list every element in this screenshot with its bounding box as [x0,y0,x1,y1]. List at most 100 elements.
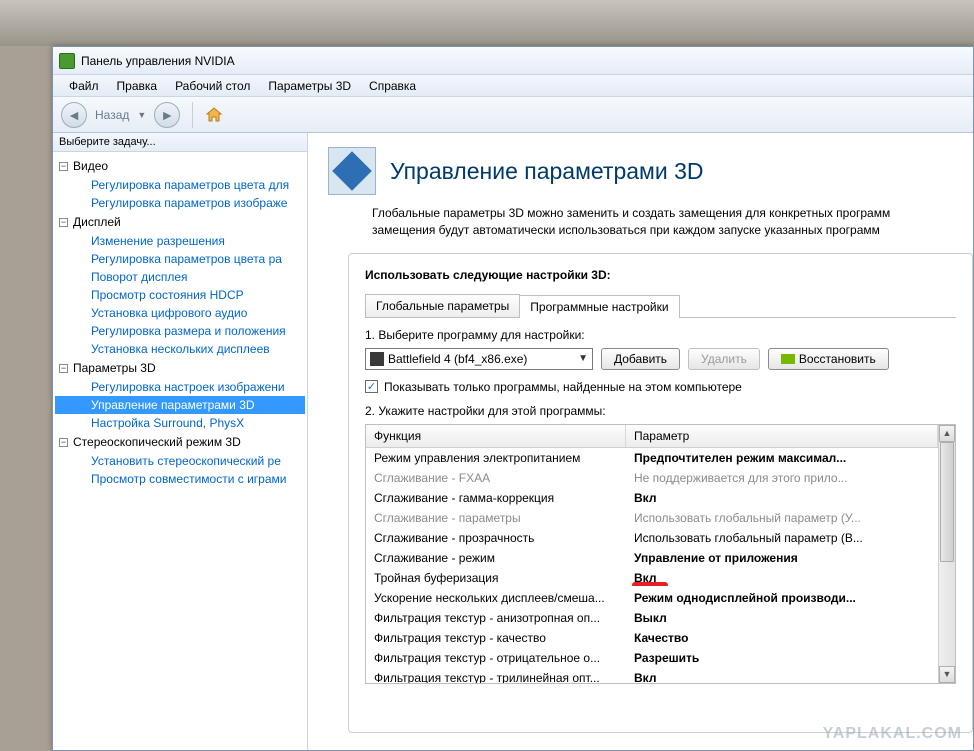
tree-leaf-selected[interactable]: Управление параметрами 3D [55,396,305,414]
cell-function: Сглаживание - FXAA [366,470,626,486]
scroll-down-icon[interactable]: ▼ [939,666,955,683]
page-header: Управление параметрами 3D [308,133,973,205]
cell-function: Фильтрация текстур - трилинейная опт... [366,670,626,683]
tree-leaf[interactable]: Регулировка параметров изображе [55,194,305,212]
nvidia-logo-icon [781,354,795,364]
tree-leaf[interactable]: Изменение разрешения [55,232,305,250]
watermark: YAPLAKAL.COM [823,725,962,743]
tree-leaf[interactable]: Просмотр совместимости с играми [55,470,305,488]
table-row[interactable]: Режим управления электропитаниемПредпочт… [366,448,938,468]
tree-node-display[interactable]: −Дисплей [55,212,305,232]
grid-body: Режим управления электропитаниемПредпочт… [366,448,938,683]
nvidia-app-icon [59,53,75,69]
cell-parameter: Не поддерживается для этого прило... [626,470,938,486]
show-found-checkbox[interactable]: ✓ Показывать только программы, найденные… [365,380,956,394]
step2-label: 2. Укажите настройки для этой программы: [365,404,956,418]
nav-tree: −Видео Регулировка параметров цвета для … [53,152,307,492]
menu-help[interactable]: Справка [361,77,424,95]
tabs: Глобальные параметры Программные настрой… [365,294,956,318]
cell-function: Фильтрация текстур - отрицательное о... [366,650,626,666]
step1-label: 1. Выберите программу для настройки: [365,328,956,342]
toolbar-separator [192,102,193,128]
scroll-up-icon[interactable]: ▲ [939,425,955,442]
window-title: Панель управления NVIDIA [81,54,235,68]
forward-button[interactable]: ► [154,102,180,128]
back-dropdown-icon[interactable]: ▼ [137,110,146,120]
chevron-down-icon: ▼ [578,353,588,364]
tree-leaf[interactable]: Установка нескольких дисплеев [55,340,305,358]
menu-desktop[interactable]: Рабочий стол [167,77,258,95]
menu-edit[interactable]: Правка [109,77,166,95]
tree-leaf[interactable]: Установка цифрового аудио [55,304,305,322]
background-strip [0,0,974,46]
table-row[interactable]: Сглаживание - режимУправление от приложе… [366,548,938,568]
table-row[interactable]: Сглаживание - прозрачностьИспользовать г… [366,528,938,548]
checkbox-label: Показывать только программы, найденные н… [384,380,742,394]
tree-leaf[interactable]: Регулировка параметров цвета ра [55,250,305,268]
col-parameter[interactable]: Параметр [626,425,938,447]
table-row[interactable]: Тройная буферизацияВкл [366,568,938,588]
restore-button[interactable]: Восстановить [768,348,889,370]
panel-heading: Использовать следующие настройки 3D: [365,268,956,282]
cell-parameter: Вкл [626,570,938,586]
tree-leaf[interactable]: Регулировка параметров цвета для [55,176,305,194]
table-row[interactable]: Фильтрация текстур - анизотропная оп...В… [366,608,938,628]
cell-parameter: Использовать глобальный параметр (В... [626,530,938,546]
table-row[interactable]: Фильтрация текстур - трилинейная опт...В… [366,668,938,683]
tree-leaf[interactable]: Поворот дисплея [55,268,305,286]
table-row[interactable]: Фильтрация текстур - качествоКачество [366,628,938,648]
cell-parameter: Выкл [626,610,938,626]
table-row[interactable]: Ускорение нескольких дисплеев/смеша...Ре… [366,588,938,608]
vertical-scrollbar[interactable]: ▲ ▼ [938,425,955,683]
tree-leaf[interactable]: Установить стереоскопический ре [55,452,305,470]
settings-grid: Функция Параметр Режим управления электр… [365,424,956,684]
menu-file[interactable]: Файл [61,77,107,95]
tab-global[interactable]: Глобальные параметры [365,294,520,317]
nvidia-control-panel-window: Панель управления NVIDIA Файл Правка Раб… [52,46,974,751]
cell-parameter: Качество [626,630,938,646]
table-row[interactable]: Сглаживание - параметрыИспользовать глоб… [366,508,938,528]
tree-node-stereo[interactable]: −Стереоскопический режим 3D [55,432,305,452]
add-button[interactable]: Добавить [601,348,680,370]
settings-panel: Использовать следующие настройки 3D: Гло… [348,253,973,733]
cell-function: Режим управления электропитанием [366,450,626,466]
tree-node-video[interactable]: −Видео [55,156,305,176]
content-area: Управление параметрами 3D Глобальные пар… [308,133,973,750]
cell-function: Сглаживание - режим [366,550,626,566]
table-row[interactable]: Сглаживание - FXAAНе поддерживается для … [366,468,938,488]
tree-leaf[interactable]: Настройка Surround, PhysX [55,414,305,432]
cell-parameter: Вкл [626,670,938,683]
program-icon [370,352,384,366]
col-function[interactable]: Функция [366,425,626,447]
cell-function: Фильтрация текстур - анизотропная оп... [366,610,626,626]
tab-program[interactable]: Программные настройки [519,295,679,318]
cell-parameter: Использовать глобальный параметр (У... [626,510,938,526]
program-combo-value: Battlefield 4 (bf4_x86.exe) [388,352,527,366]
menu-3d-params[interactable]: Параметры 3D [260,77,359,95]
task-pane: Выберите задачу... −Видео Регулировка па… [53,133,308,750]
tree-leaf[interactable]: Регулировка размера и положения [55,322,305,340]
titlebar[interactable]: Панель управления NVIDIA [53,47,973,75]
tree-leaf[interactable]: Просмотр состояния HDCP [55,286,305,304]
grid-header: Функция Параметр [366,425,938,448]
cell-function: Тройная буферизация [366,570,626,586]
home-icon[interactable] [205,106,223,124]
page-title: Управление параметрами 3D [390,158,704,185]
restore-label: Восстановить [799,352,876,366]
scroll-thumb[interactable] [940,442,954,562]
cell-parameter: Вкл [626,490,938,506]
checkbox-icon: ✓ [365,380,378,393]
highlight-mark [632,582,668,586]
cell-parameter: Режим однодисплейной производи... [626,590,938,606]
cell-parameter: Разрешить [626,650,938,666]
tree-node-3d[interactable]: −Параметры 3D [55,358,305,378]
back-button[interactable]: ◄ [61,102,87,128]
cell-function: Фильтрация текстур - качество [366,630,626,646]
page-3d-icon [328,147,376,195]
program-combo[interactable]: Battlefield 4 (bf4_x86.exe) ▼ [365,348,593,370]
cell-parameter: Предпочтителен режим максимал... [626,450,938,466]
table-row[interactable]: Фильтрация текстур - отрицательное о...Р… [366,648,938,668]
menubar: Файл Правка Рабочий стол Параметры 3D Сп… [53,75,973,97]
table-row[interactable]: Сглаживание - гамма-коррекцияВкл [366,488,938,508]
tree-leaf[interactable]: Регулировка настроек изображени [55,378,305,396]
